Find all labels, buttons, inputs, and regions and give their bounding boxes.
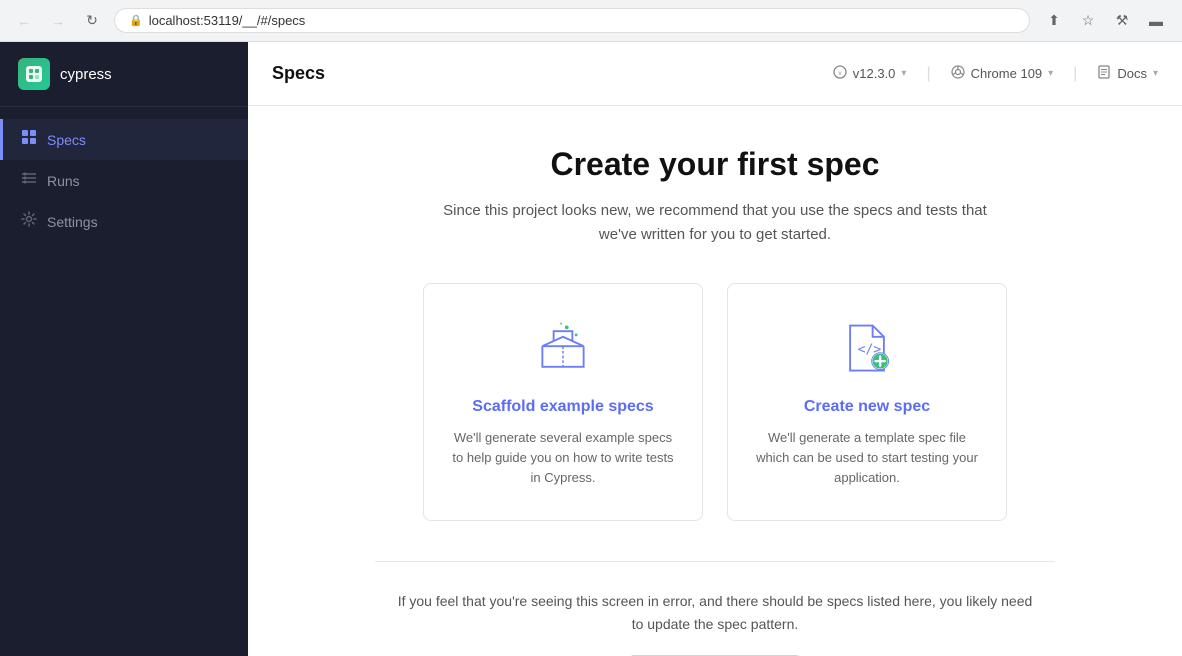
version-chevron: ▾	[901, 68, 906, 79]
page-title: Specs	[272, 63, 325, 84]
browser-chevron: ▾	[1048, 68, 1053, 79]
sidebar: cypress Specs	[0, 42, 248, 656]
url-text: localhost:53119/__/#/specs	[149, 13, 306, 28]
create-new-card[interactable]: </> Create new spec We'll generate a tem…	[727, 283, 1007, 521]
bookmark-button[interactable]: ☆	[1074, 7, 1102, 35]
puzzle-button[interactable]: ▬	[1142, 7, 1170, 35]
docs-icon	[1097, 65, 1111, 82]
browser-actions: ⬆ ☆ ⚒ ▬	[1040, 7, 1170, 35]
browser-badge: Chrome 109 ▾	[951, 65, 1054, 82]
address-bar[interactable]: 🔒 localhost:53119/__/#/specs	[114, 8, 1030, 33]
version-label: v12.3.0	[853, 66, 896, 81]
hero-subtitle: Since this project looks new, we recomme…	[425, 199, 1005, 247]
app-name: cypress	[60, 66, 112, 83]
docs-link[interactable]: Docs ▾	[1097, 65, 1158, 82]
lock-icon: 🔒	[129, 14, 143, 27]
settings-icon	[21, 211, 37, 232]
sidebar-item-runs[interactable]: Runs	[0, 160, 248, 201]
cards-row: Scaffold example specs We'll generate se…	[423, 283, 1007, 521]
version-icon: v	[833, 65, 847, 82]
docs-chevron: ▾	[1153, 68, 1158, 79]
browser-label: Chrome 109	[971, 66, 1043, 81]
hero-title: Create your first spec	[550, 146, 879, 183]
sidebar-item-runs-label: Runs	[47, 173, 80, 189]
create-new-card-title: Create new spec	[804, 398, 930, 416]
scaffold-card[interactable]: Scaffold example specs We'll generate se…	[423, 283, 703, 521]
chrome-icon	[951, 65, 965, 82]
sidebar-nav: Specs Runs	[0, 107, 248, 656]
section-divider	[375, 561, 1055, 562]
create-new-icon: </>	[835, 316, 899, 380]
main-header: Specs v v12.3.0 ▾ |	[248, 42, 1182, 106]
forward-button[interactable]: →	[46, 9, 70, 33]
meta-divider-1: |	[926, 65, 930, 83]
sidebar-item-specs[interactable]: Specs	[0, 119, 248, 160]
back-button[interactable]: ←	[12, 9, 36, 33]
scaffold-card-title: Scaffold example specs	[472, 398, 653, 416]
app-logo	[18, 58, 50, 90]
main-body: Create your first spec Since this projec…	[248, 106, 1182, 656]
share-button[interactable]: ⬆	[1040, 7, 1068, 35]
browser-chrome: ← → ↻ 🔒 localhost:53119/__/#/specs ⬆ ☆ ⚒…	[0, 0, 1182, 42]
sidebar-item-settings[interactable]: Settings	[0, 201, 248, 242]
svg-text:v: v	[838, 71, 841, 77]
extensions-button[interactable]: ⚒	[1108, 7, 1136, 35]
scaffold-icon	[531, 316, 595, 380]
header-meta: v v12.3.0 ▾ |	[833, 65, 1158, 83]
docs-label: Docs	[1117, 66, 1147, 81]
sidebar-item-specs-label: Specs	[47, 132, 86, 148]
reload-button[interactable]: ↻	[80, 9, 104, 33]
sidebar-header: cypress	[0, 42, 248, 107]
app: cypress Specs	[0, 42, 1182, 656]
meta-divider-2: |	[1073, 65, 1077, 83]
runs-icon	[21, 170, 37, 191]
specs-icon	[21, 129, 37, 150]
sidebar-item-settings-label: Settings	[47, 214, 98, 230]
version-badge: v v12.3.0 ▾	[833, 65, 907, 82]
scaffold-card-desc: We'll generate several example specs to …	[448, 428, 678, 488]
create-new-card-desc: We'll generate a template spec file whic…	[752, 428, 982, 488]
main-content: Specs v v12.3.0 ▾ |	[248, 42, 1182, 656]
error-hint: If you feel that you're seeing this scre…	[395, 590, 1035, 635]
